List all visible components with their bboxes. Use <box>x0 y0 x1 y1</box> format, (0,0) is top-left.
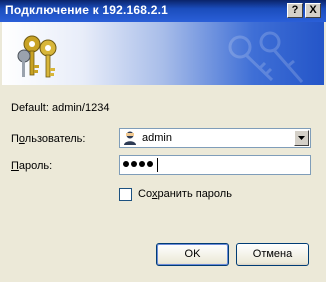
banner-graphic <box>17 31 304 83</box>
username-combobox[interactable]: admin <box>119 128 311 148</box>
chevron-down-icon <box>298 136 305 140</box>
password-mask <box>123 161 153 167</box>
username-dropdown-button[interactable] <box>294 130 309 146</box>
default-credentials-hint: Default: admin/1234 <box>11 102 110 114</box>
username-label: Пользователь: <box>11 133 86 145</box>
cancel-button[interactable]: Отмена <box>236 243 309 266</box>
user-icon <box>124 131 136 145</box>
remember-password-label[interactable]: Сохранить пароль <box>138 188 232 200</box>
keys-icon <box>17 35 57 78</box>
ok-button[interactable]: OK <box>156 243 229 266</box>
help-button[interactable]: ? <box>287 3 303 18</box>
window-title: Подключение к 192.168.2.1 <box>5 3 168 17</box>
header-banner <box>2 22 324 85</box>
text-caret <box>157 158 158 172</box>
username-value: admin <box>142 132 172 144</box>
close-button[interactable]: X <box>305 3 321 18</box>
remember-password-checkbox[interactable] <box>119 188 132 201</box>
password-field[interactable] <box>119 155 311 175</box>
title-bar: Подключение к 192.168.2.1 ? X <box>0 0 326 22</box>
password-label: Пароль: <box>11 160 53 172</box>
login-dialog: Подключение к 192.168.2.1 ? X Default: a… <box>0 0 326 282</box>
